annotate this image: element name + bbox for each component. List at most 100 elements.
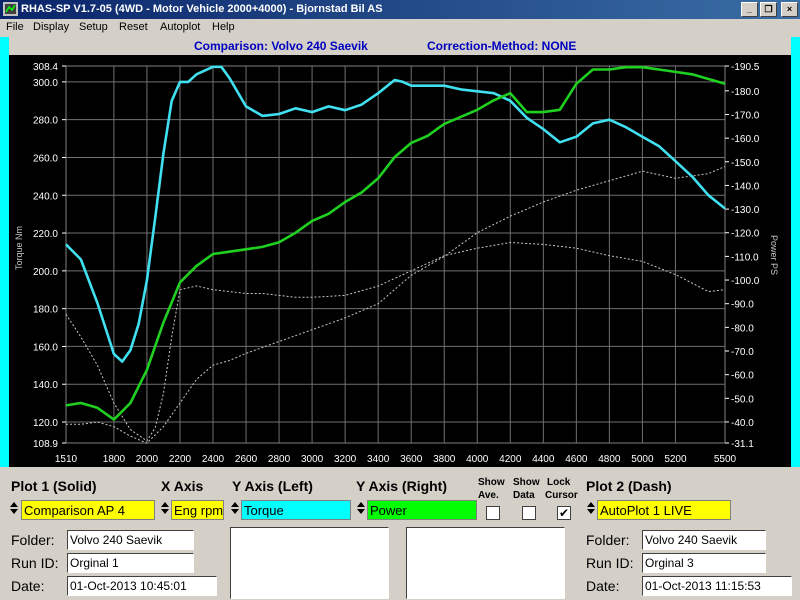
plot2-runid-label: Run ID: [586,555,634,571]
plot2-runid-field[interactable]: Orginal 3 [642,553,766,573]
spin-down-icon[interactable] [587,509,595,514]
x-tick-label: 2600 [235,454,258,465]
x-tick-label: 2800 [268,454,291,465]
spin-up-icon[interactable] [587,502,595,507]
plot1-spinner[interactable] [9,500,19,520]
spin-down-icon[interactable] [231,509,239,514]
menu-file[interactable]: File [6,21,24,33]
x-tick-label: 4400 [532,454,555,465]
plot1-folder-field[interactable]: Volvo 240 Saevik [67,530,194,550]
y2-tick-label: -100.0 [731,276,760,287]
plot2-date-field[interactable]: 01-Oct-2013 11:15:53 [642,576,792,596]
x-tick-label: 5200 [664,454,687,465]
show-ave-label-2: Ave. [478,490,499,501]
x-tick-label: 2200 [169,454,192,465]
y-left-select[interactable]: Torque [241,500,351,520]
show-ave-label: Show [478,477,505,488]
y-tick-label: 220.0 [33,229,58,240]
plot1-runid-field[interactable]: Orginal 1 [67,553,194,573]
y2-tick-label: -140.0 [731,181,760,192]
x-axis-title: X Axis [161,478,204,494]
y2-axis-label: Power PS [769,235,779,275]
y-tick-label: 120.0 [33,418,58,429]
y-tick-label: 108.9 [33,439,58,450]
dyno-chart[interactable]: 1510 1800 2000 2200 2400 2600 2800 3000 3200 3400… [9,55,791,467]
lock-cursor-label-2: Cursor [545,490,578,501]
x-axis-select[interactable]: Eng rpm [171,500,224,520]
app-icon [3,2,18,16]
menu-help[interactable]: Help [212,21,235,33]
restore-button[interactable]: ❐ [760,2,777,17]
plot2-notes[interactable] [406,527,565,599]
spin-down-icon[interactable] [357,509,365,514]
y-tick-label: 200.0 [33,267,58,278]
x-tick-label: 4000 [466,454,489,465]
plot2-folder-label: Folder: [586,532,630,548]
menu-reset[interactable]: Reset [119,21,148,33]
plot1-date-field[interactable]: 01-Oct-2013 10:45:01 [67,576,217,596]
x-tick-label: 5000 [631,454,654,465]
menu-setup[interactable]: Setup [79,21,108,33]
plot1-folder-label: Folder: [11,532,55,548]
y-right-title: Y Axis (Right) [356,478,448,494]
menu-bar: File Display Setup Reset Autoplot Help [0,19,800,37]
plot1-select[interactable]: Comparison AP 4 [21,500,155,520]
plot1-runid-label: Run ID: [11,555,59,571]
y-right-select[interactable]: Power [367,500,477,520]
y2-tick-label: -150.0 [731,158,760,169]
spin-up-icon[interactable] [10,502,18,507]
x-tick-label: 3600 [400,454,423,465]
x-tick-label: 5500 [714,454,737,465]
y-tick-label: 240.0 [33,191,58,202]
close-button[interactable]: × [781,2,798,17]
series-line-power-plot-2 [66,166,726,444]
left-cyan-bar [0,37,9,467]
show-data-checkbox[interactable] [522,506,536,520]
y2-tick-label: -31.1 [731,439,754,450]
show-ave-checkbox[interactable] [486,506,500,520]
y2-tick-label: -70.0 [731,347,754,358]
x-axis-spinner[interactable] [160,500,170,520]
spin-down-icon[interactable] [161,509,169,514]
plot2-folder-field[interactable]: Volvo 240 Saevik [642,530,766,550]
chart-series [65,65,726,444]
window-title: RHAS-SP V1.7-05 (4WD - Motor Vehicle 200… [21,3,383,15]
y-left-title: Y Axis (Left) [232,478,313,494]
y-tick-label: 260.0 [33,153,58,164]
y2-tick-label: -190.5 [731,62,760,73]
x-tick-label: 2400 [202,454,225,465]
right-cyan-bar [791,37,800,467]
plot2-spinner[interactable] [586,500,596,520]
menu-autoplot[interactable]: Autoplot [160,21,200,33]
y-axis-label: Torque Nm [14,226,24,270]
chart-header: Comparison: Volvo 240 Saevik Correction-… [9,37,791,55]
plot2-title: Plot 2 (Dash) [586,478,672,494]
y2-tick-label: -80.0 [731,323,754,334]
x-tick-label: 3800 [433,454,456,465]
lock-cursor-label: Lock [547,477,571,488]
plot-frame [65,65,726,444]
y2-tick-label: -130.0 [731,205,760,216]
spin-down-icon[interactable] [10,509,18,514]
lock-cursor-checkbox[interactable]: ✔ [557,506,571,520]
y-left-spinner[interactable] [230,500,240,520]
y-right-spinner[interactable] [356,500,366,520]
spin-up-icon[interactable] [161,502,169,507]
y-tick-label: 140.0 [33,380,58,391]
chart-ticks: 1510 1800 2000 2200 2400 2600 2800 3000 3200 3400… [33,62,760,465]
chart-grid [65,65,726,444]
x-tick-label: 4800 [598,454,621,465]
y2-tick-label: -40.0 [731,418,754,429]
plot2-date-label: Date: [586,578,620,594]
x-tick-label: 2000 [136,454,159,465]
y-tick-label: 308.4 [33,62,58,73]
spin-up-icon[interactable] [231,502,239,507]
x-tick-label: 1510 [55,454,78,465]
show-data-label-2: Data [513,490,535,501]
menu-display[interactable]: Display [33,21,69,33]
plot2-select[interactable]: AutoPlot 1 LIVE [597,500,731,520]
minimize-button[interactable]: _ [741,2,758,17]
plot1-notes[interactable] [230,527,389,599]
spin-up-icon[interactable] [357,502,365,507]
x-tick-label: 4200 [499,454,522,465]
